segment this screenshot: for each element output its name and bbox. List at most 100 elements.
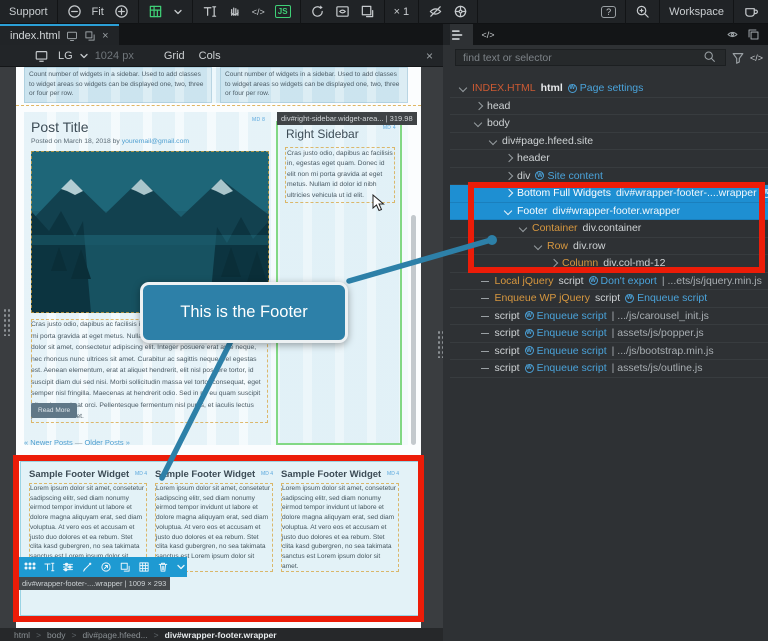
- text-tool-icon[interactable]: [202, 4, 217, 19]
- wp-action-link[interactable]: Page settings: [580, 82, 644, 94]
- support-menu[interactable]: Support: [9, 6, 48, 18]
- page-scrollbar[interactable]: [411, 215, 416, 445]
- zoom-level-indicator[interactable]: × 1: [394, 6, 410, 18]
- search-code-icon[interactable]: </>: [750, 53, 763, 63]
- open-in-window-icon[interactable]: [84, 30, 96, 42]
- wp-action-link[interactable]: Enqueue script: [537, 345, 607, 357]
- breadcrumb-item[interactable]: body: [47, 630, 65, 640]
- expander-chevron-icon[interactable]: [488, 136, 498, 146]
- tree-row[interactable]: header: [450, 150, 768, 168]
- expander-chevron-icon[interactable]: [473, 118, 483, 128]
- refresh-icon[interactable]: [310, 4, 325, 19]
- js-tool-icon[interactable]: JS: [274, 5, 291, 18]
- expander-chevron-icon[interactable]: [458, 83, 468, 93]
- grid-dropdown-chevron-icon[interactable]: [173, 7, 183, 17]
- tree-row[interactable]: script W Enqueue script | assets/js/popper.…: [450, 325, 768, 343]
- expander-chevron-icon[interactable]: [533, 241, 543, 251]
- footer-widget[interactable]: Sample Footer Widget MD 4 Lorem ipsum dolo…: [281, 469, 399, 573]
- sidebar-title[interactable]: Right Sidebar: [286, 127, 359, 141]
- tree-row[interactable]: div#page.hfeed.site: [450, 133, 768, 150]
- wp-action-link[interactable]: Site content: [547, 170, 602, 182]
- expander-chevron-icon[interactable]: [503, 188, 513, 198]
- wp-action-link[interactable]: Enqueue script: [537, 327, 607, 339]
- tree-row[interactable]: body: [450, 115, 768, 133]
- panel-eye-icon[interactable]: [726, 28, 739, 41]
- read-more-button[interactable]: Read More: [31, 403, 78, 418]
- tree-row[interactable]: Container div.container: [450, 220, 768, 238]
- link-icon[interactable]: [100, 561, 112, 573]
- layout-grid-icon[interactable]: [148, 4, 163, 19]
- close-tab-icon[interactable]: ×: [102, 30, 108, 42]
- device-size-selector[interactable]: LG: [58, 50, 73, 62]
- breadcrumb-item[interactable]: div#page.hfeed...: [82, 630, 147, 640]
- widget-text-block[interactable]: Count number of widgets in a sidebar. Us…: [220, 67, 408, 103]
- newer-posts-link[interactable]: « Newer Posts: [24, 438, 73, 447]
- post-author-link[interactable]: youremail@gmail.com: [122, 138, 189, 145]
- footer-widget[interactable]: Sample Footer Widget MD 4 Lorem ipsum dolo…: [155, 469, 273, 573]
- grid-toggle[interactable]: Grid: [164, 50, 185, 62]
- search-zoom-icon[interactable]: [635, 4, 650, 19]
- code-tool-icon[interactable]: </>: [252, 7, 265, 17]
- cols-toggle[interactable]: Cols: [199, 50, 221, 62]
- grid-edit-icon[interactable]: [138, 561, 150, 573]
- rendered-page[interactable]: Count number of widgets in a sidebar. Us…: [16, 67, 421, 628]
- expander-chevron-icon[interactable]: [503, 171, 513, 181]
- panel-copy-icon[interactable]: [747, 28, 760, 41]
- edit-text-icon[interactable]: [43, 561, 55, 573]
- expander-chevron-icon[interactable]: [473, 101, 483, 111]
- expander-chevron-icon[interactable]: [518, 223, 528, 233]
- footer-wrapper[interactable]: Sample Footer Widget MD 4 Lorem ipsum dolo…: [20, 461, 420, 616]
- widget-text-block[interactable]: Count number of widgets in a sidebar. Us…: [24, 67, 212, 103]
- coffee-cup-icon[interactable]: [743, 4, 759, 19]
- left-resize-handle[interactable]: [3, 308, 10, 336]
- tree-row[interactable]: Local jQuery script W Don't export | ...ets/…: [450, 273, 768, 290]
- new-window-icon[interactable]: [360, 4, 375, 19]
- tree-row[interactable]: Bottom Full Widgets div#wrapper-footer-..…: [450, 185, 768, 203]
- tree-row[interactable]: Enqueue WP jQuery script W Enqueue script: [450, 290, 768, 308]
- breadcrumb-item[interactable]: div#wrapper-footer.wrapper: [165, 630, 277, 640]
- wp-action-link[interactable]: Enqueue script: [537, 310, 607, 322]
- expander-chevron-icon[interactable]: [548, 258, 558, 268]
- wp-action-link[interactable]: Don't export: [601, 275, 657, 287]
- close-preview-icon[interactable]: ×: [426, 49, 433, 63]
- preview-icon[interactable]: [335, 4, 350, 19]
- workspace-menu[interactable]: Workspace: [669, 6, 724, 18]
- tree-row[interactable]: Row div.row: [450, 238, 768, 255]
- properties-sliders-icon[interactable]: [62, 561, 74, 573]
- device-monitor-icon[interactable]: [34, 49, 49, 63]
- more-actions-chevron-icon[interactable]: [176, 562, 186, 572]
- wp-action-link[interactable]: Enqueue script: [537, 362, 607, 374]
- tree-row[interactable]: script W Enqueue script | .../js/bootstrap.…: [450, 343, 768, 360]
- delete-icon[interactable]: [157, 561, 169, 573]
- tab-index-html[interactable]: index.html ×: [0, 24, 119, 45]
- search-input[interactable]: [455, 49, 726, 66]
- hide-elements-icon[interactable]: [428, 4, 443, 19]
- zoom-in-icon[interactable]: [114, 4, 129, 19]
- tree-row[interactable]: Column div.col-md-12: [450, 255, 768, 273]
- post-meta[interactable]: Posted on March 18, 2018 by youremail@gm…: [31, 138, 189, 145]
- expander-chevron-icon[interactable]: [503, 206, 513, 216]
- top-widget-row[interactable]: Count number of widgets in a sidebar. Us…: [24, 67, 408, 103]
- duplicate-icon[interactable]: [119, 561, 131, 573]
- tab-code-view[interactable]: </>: [473, 24, 503, 45]
- hand-tool-icon[interactable]: [227, 4, 242, 19]
- tree-row[interactable]: script W Enqueue script | .../js/carousel_i…: [450, 308, 768, 325]
- tree-row[interactable]: Footer div#wrapper-footer.wrapper: [450, 202, 768, 220]
- fit-button[interactable]: Fit: [92, 6, 104, 18]
- style-brush-icon[interactable]: [81, 561, 93, 573]
- wp-action-link[interactable]: Enqueue script: [637, 292, 707, 304]
- tree-row[interactable]: script W Enqueue script | assets/js/outline…: [450, 360, 768, 378]
- device-chevron-icon[interactable]: [79, 51, 89, 61]
- footer-widget[interactable]: Sample Footer Widget MD 4 Lorem ipsum dolo…: [29, 469, 147, 573]
- older-posts-link[interactable]: Older Posts »: [84, 438, 129, 447]
- tree-row[interactable]: INDEX.HTML html W Page settings: [450, 80, 768, 98]
- post-title[interactable]: Post Title: [31, 119, 89, 135]
- compass-icon[interactable]: [453, 4, 468, 19]
- tree-row[interactable]: head: [450, 98, 768, 115]
- drag-handle-icon[interactable]: [24, 562, 36, 572]
- breadcrumb-item[interactable]: html: [14, 630, 30, 640]
- filter-funnel-icon[interactable]: [731, 51, 745, 65]
- help-button[interactable]: ?: [601, 5, 617, 18]
- zoom-out-icon[interactable]: [67, 4, 82, 19]
- tree-row[interactable]: div W Site content: [450, 168, 768, 185]
